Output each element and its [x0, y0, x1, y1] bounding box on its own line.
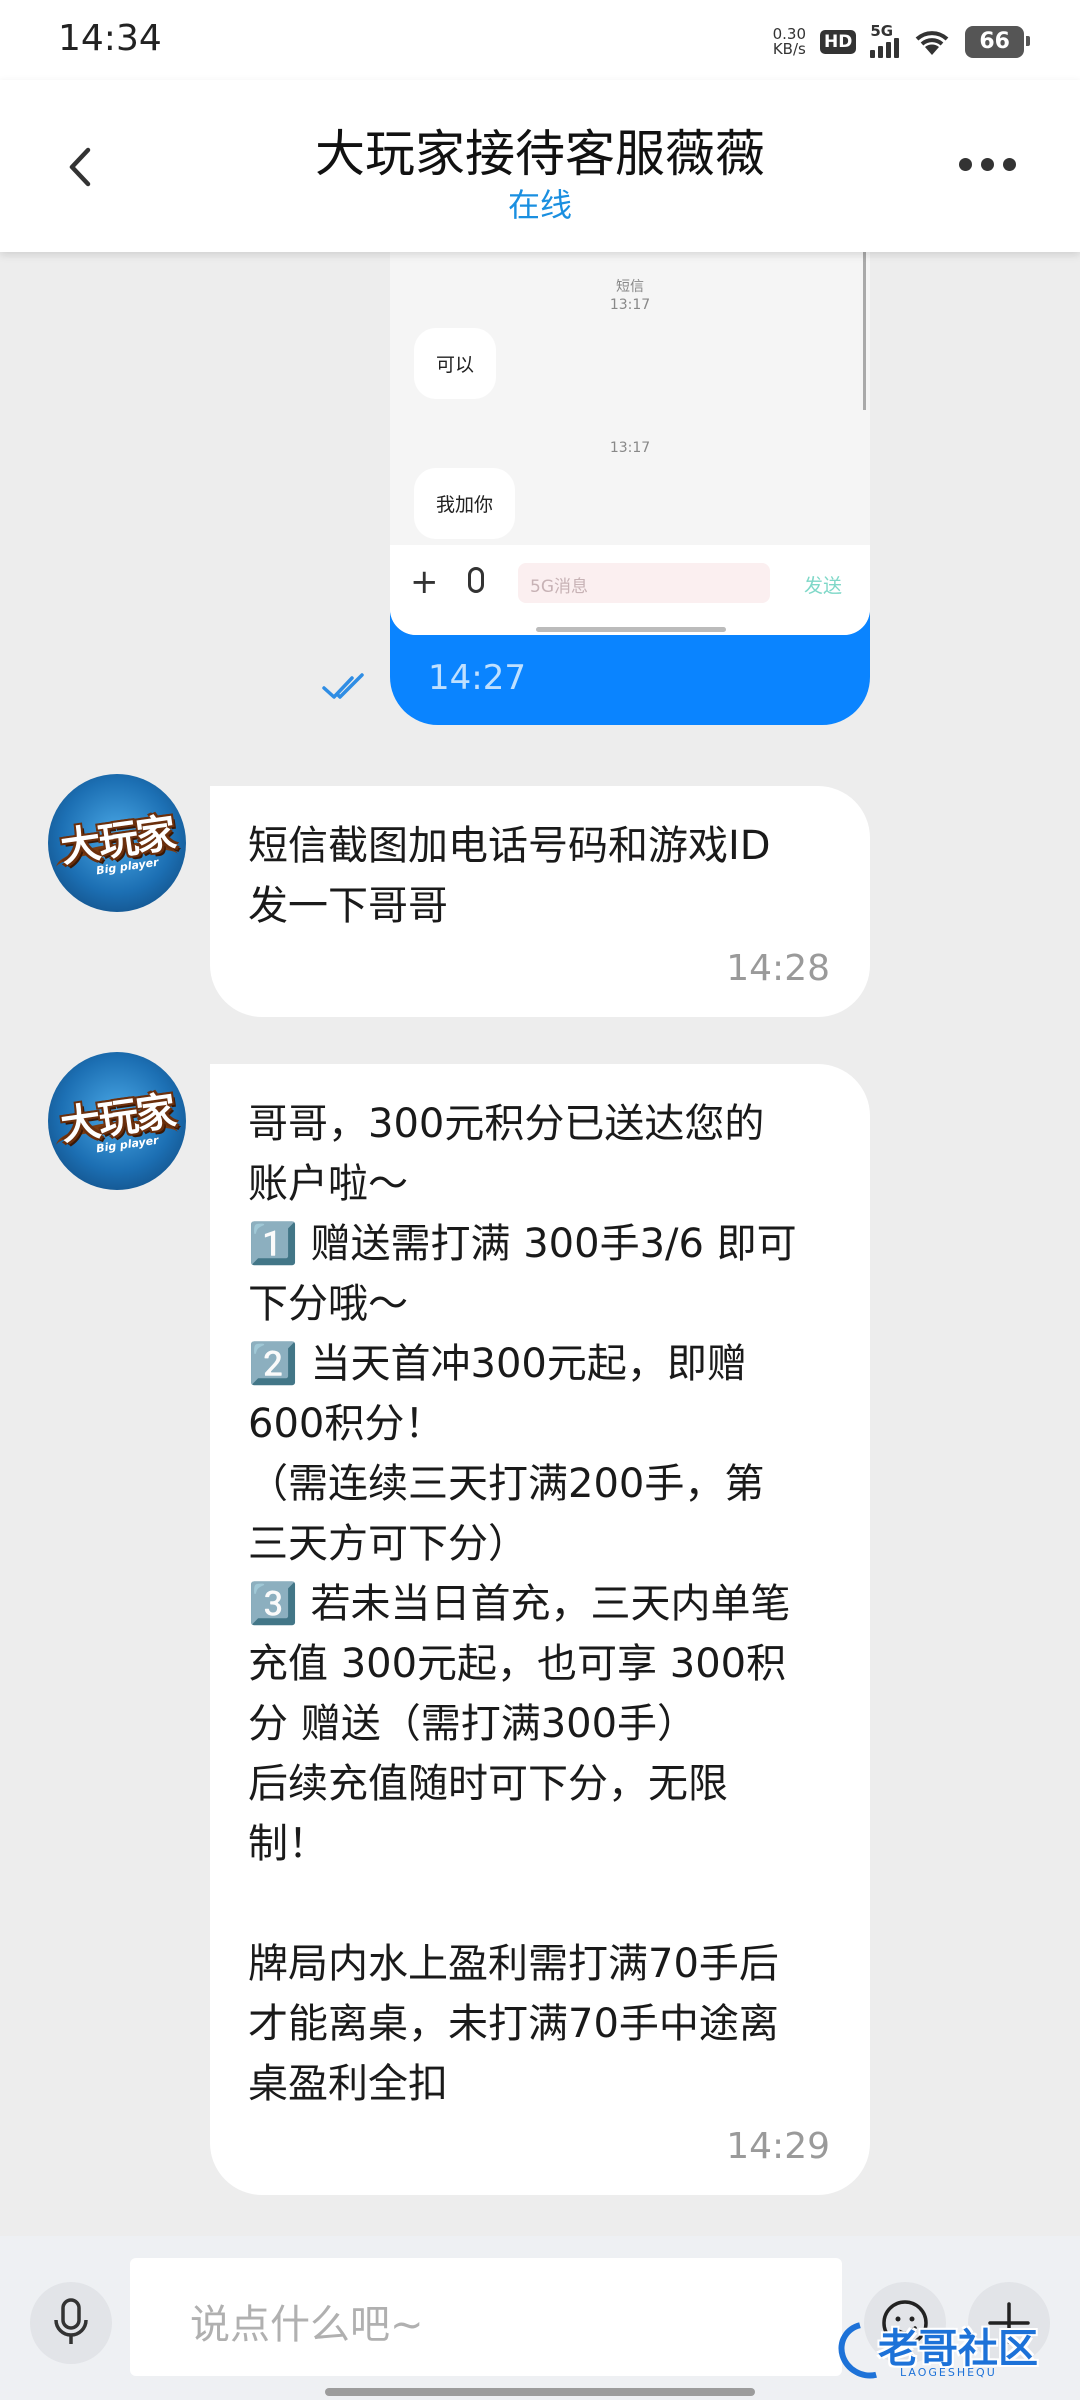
- signal-bar: [878, 46, 884, 58]
- sms-screenshot-image: 短信 13:17 可以 13:17 我加你 + 5G消息 发送: [390, 240, 870, 635]
- sms-input-bar: + 5G消息 发送: [390, 545, 870, 635]
- more-button[interactable]: [959, 158, 1016, 171]
- microphone-icon: [54, 2298, 88, 2344]
- wifi-icon: [916, 31, 949, 55]
- hd-icon: HD: [820, 30, 857, 54]
- sms-label: 短信: [616, 279, 644, 295]
- sms-header: 短信 13:17: [390, 278, 870, 314]
- voice-button[interactable]: [30, 2282, 112, 2364]
- sms-bubble: 我加你: [414, 468, 516, 539]
- message-time: 14:27: [428, 658, 526, 698]
- chat-title: 大玩家接待客服薇薇: [315, 125, 765, 183]
- scrollbar: [863, 240, 866, 410]
- sms-bubble: 可以: [414, 328, 497, 399]
- image-message[interactable]: 短信 13:17 可以 13:17 我加你 + 5G消息 发送 14:27: [390, 240, 870, 725]
- sms-send-label: 发送: [804, 575, 843, 597]
- status-icons: 0.30 KB/s HD 5G 66: [773, 22, 1030, 62]
- message-bubble[interactable]: 短信截图加电话号码和游戏ID 发一下哥哥 14:28: [210, 786, 870, 1017]
- more-dot-icon: [959, 158, 972, 171]
- message-bubble[interactable]: 哥哥，300元积分已送达您的 账户啦～ 1️⃣ 赠送需打满 300手3/6 即可…: [210, 1064, 870, 2195]
- net-speed: 0.30 KB/s: [773, 27, 806, 57]
- message-time: 14:29: [726, 2126, 830, 2167]
- avatar[interactable]: 大玩家 Big player: [48, 774, 186, 912]
- status-time: 14:34: [58, 18, 162, 59]
- sms-time: 13:17: [609, 297, 651, 313]
- watermark-sub: LAOGESHEQU: [900, 2366, 997, 2379]
- network-type: 5G: [870, 22, 894, 40]
- message-text: 短信截图加电话号码和游戏ID 发一下哥哥: [248, 823, 771, 929]
- home-indicator[interactable]: [325, 2388, 755, 2396]
- chat-header: 大玩家接待客服薇薇 在线: [0, 80, 1080, 252]
- watermark: 老哥社区 LAOGESHEQU: [828, 2310, 1070, 2390]
- message-input[interactable]: 说点什么吧~: [130, 2258, 842, 2376]
- online-status: 在线: [507, 186, 572, 224]
- message-text: 哥哥，300元积分已送达您的 账户啦～ 1️⃣ 赠送需打满 300手3/6 即可…: [248, 1101, 797, 2107]
- sms-time: 13:17: [609, 440, 651, 456]
- signal-bar: [870, 50, 876, 58]
- signal-bar: [886, 42, 892, 58]
- avatar[interactable]: 大玩家 Big player: [48, 1052, 186, 1190]
- message-time: 14:28: [726, 948, 830, 989]
- double-check-icon: [322, 673, 364, 699]
- signal-icon: 5G: [870, 22, 900, 58]
- status-bar: 14:34 0.30 KB/s HD 5G 66: [0, 0, 1080, 80]
- mic-icon: [468, 567, 484, 593]
- more-dot-icon: [981, 158, 994, 171]
- home-indicator: [536, 627, 726, 632]
- signal-bar: [894, 38, 900, 58]
- plus-icon: +: [410, 562, 439, 602]
- sms-input: 5G消息: [518, 563, 770, 603]
- more-dot-icon: [1003, 158, 1016, 171]
- battery-icon: 66: [965, 26, 1030, 58]
- net-speed-unit: KB/s: [772, 40, 806, 58]
